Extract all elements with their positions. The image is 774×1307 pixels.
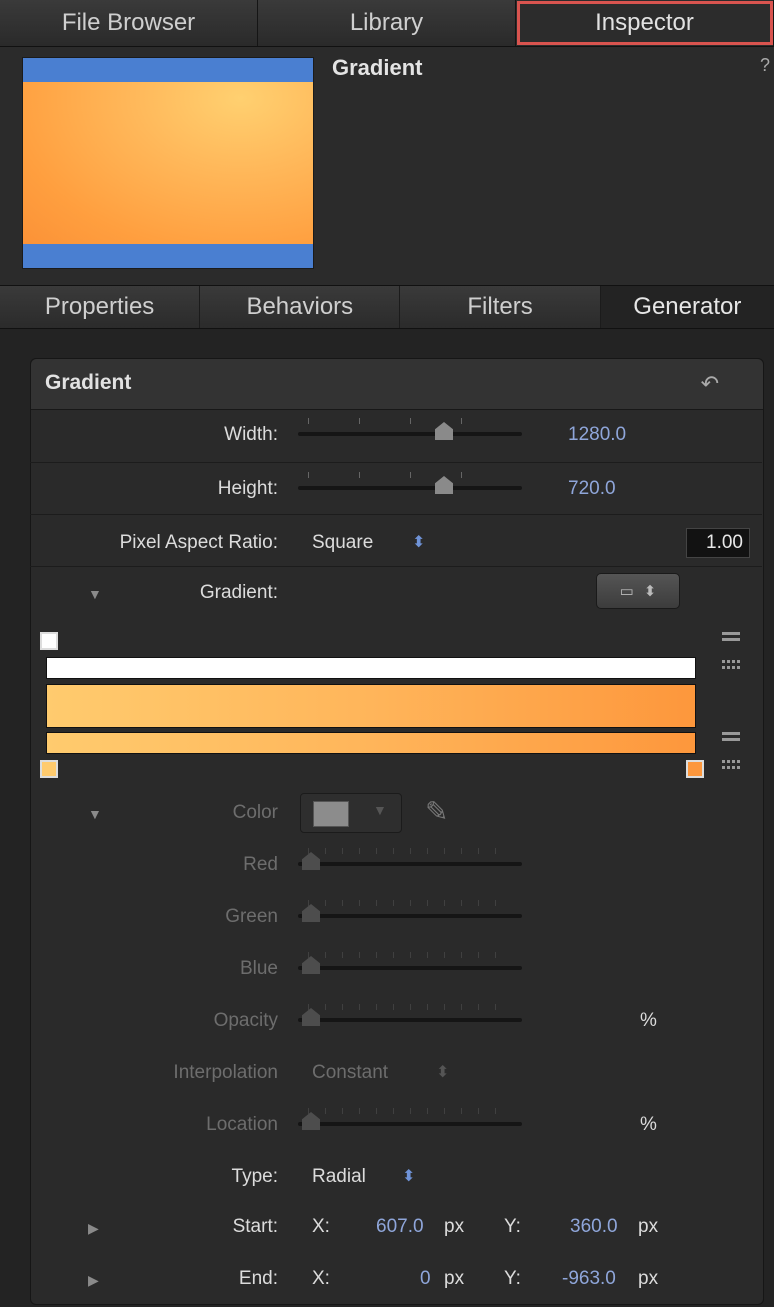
tab-properties[interactable]: Properties <box>0 286 201 328</box>
blue-slider[interactable] <box>298 952 522 978</box>
color-tag-start[interactable] <box>40 760 58 778</box>
opacity-label: Opacity <box>213 1010 278 1031</box>
end-y-unit: px <box>638 1268 659 1289</box>
location-label: Location <box>206 1114 278 1135</box>
eyedropper-icon[interactable]: ✎ <box>425 795 448 828</box>
opacity-slider[interactable] <box>298 1004 522 1030</box>
gradient-preset-button[interactable]: ▭ ⬍ <box>596 573 680 609</box>
preset-icon: ▭ <box>619 583 634 600</box>
stepper-icon[interactable]: ⬍ <box>402 1166 415 1186</box>
tab-inspector[interactable]: Inspector <box>516 0 774 46</box>
preview-area: Gradient ? <box>0 47 774 285</box>
pixel-aspect-popup[interactable]: Square <box>312 532 373 554</box>
green-label: Green <box>225 906 278 927</box>
slider-knob[interactable] <box>302 904 320 922</box>
end-y-label: Y: <box>504 1268 521 1289</box>
slider-knob[interactable] <box>435 476 453 494</box>
color-bar[interactable] <box>46 732 696 754</box>
slider-knob[interactable] <box>302 956 320 974</box>
panel-header: Gradient ↶ <box>31 359 763 410</box>
end-y-value[interactable]: -963.0 <box>562 1268 616 1290</box>
gradient-label: Gradient: <box>199 582 278 603</box>
start-x-unit: px <box>444 1216 465 1237</box>
disclosure-triangle-icon[interactable]: ▼ <box>88 806 102 822</box>
duplicate-bars-icon[interactable] <box>722 760 740 772</box>
color-swatch <box>313 801 349 827</box>
start-x-label: X: <box>312 1216 330 1237</box>
duplicate-bars-icon[interactable] <box>722 632 740 644</box>
opacity-unit: % <box>640 1010 657 1031</box>
end-x-label: X: <box>312 1268 330 1289</box>
interpolation-label: Interpolation <box>173 1062 278 1083</box>
interpolation-popup[interactable]: Constant <box>312 1062 388 1084</box>
help-icon[interactable]: ? <box>760 55 770 76</box>
tab-library[interactable]: Library <box>258 0 516 46</box>
disclosure-triangle-icon[interactable]: ▶ <box>88 1272 99 1289</box>
tab-file-browser[interactable]: File Browser <box>0 0 258 46</box>
duplicate-bars-icon[interactable] <box>722 732 740 744</box>
pixel-aspect-ratio-field[interactable]: 1.00 <box>686 528 750 558</box>
preview-thumbnail <box>22 57 314 269</box>
color-well[interactable]: ▼ <box>300 793 402 833</box>
red-slider[interactable] <box>298 848 522 874</box>
width-value[interactable]: 1280.0 <box>568 424 626 446</box>
height-value[interactable]: 720.0 <box>568 478 616 500</box>
disclosure-triangle-icon[interactable]: ▶ <box>88 1220 99 1237</box>
panel-title: Gradient <box>45 371 132 394</box>
stepper-icon[interactable]: ⬍ <box>412 532 425 552</box>
preview-title: Gradient <box>332 55 423 80</box>
top-tab-bar: File Browser Library Inspector <box>0 0 774 47</box>
height-slider[interactable] <box>298 472 522 498</box>
preview-gradient <box>23 82 313 244</box>
reset-icon[interactable]: ↶ <box>701 371 719 397</box>
type-label: Type: <box>231 1166 278 1187</box>
duplicate-bars-icon[interactable] <box>722 660 740 672</box>
opacity-bar[interactable] <box>46 657 696 679</box>
width-label: Width: <box>224 424 278 445</box>
stepper-icon: ⬍ <box>643 583 657 600</box>
gradient-preview-bar <box>46 684 696 728</box>
pixel-aspect-label: Pixel Aspect Ratio: <box>119 532 278 553</box>
inspector-tab-bar: Properties Behaviors Filters Generator <box>0 285 774 329</box>
tab-generator[interactable]: Generator <box>600 286 774 328</box>
slider-knob[interactable] <box>302 1112 320 1130</box>
color-tag-end[interactable] <box>686 760 704 778</box>
start-y-unit: px <box>638 1216 659 1237</box>
start-y-value[interactable]: 360.0 <box>570 1216 618 1238</box>
tab-behaviors[interactable]: Behaviors <box>200 286 401 328</box>
green-slider[interactable] <box>298 900 522 926</box>
color-label: Color <box>232 802 278 823</box>
end-x-value[interactable]: 0 <box>420 1268 431 1290</box>
height-label: Height: <box>217 478 278 499</box>
blue-label: Blue <box>239 958 278 979</box>
start-x-value[interactable]: 607.0 <box>376 1216 424 1238</box>
width-slider[interactable] <box>298 418 522 444</box>
opacity-tag-start[interactable] <box>40 632 58 650</box>
end-x-unit: px <box>444 1268 465 1289</box>
location-slider[interactable] <box>298 1108 522 1134</box>
slider-knob[interactable] <box>302 1008 320 1026</box>
tab-filters[interactable]: Filters <box>400 286 601 328</box>
start-y-label: Y: <box>504 1216 521 1237</box>
red-label: Red <box>243 854 278 875</box>
end-label: End: <box>238 1268 278 1289</box>
slider-knob[interactable] <box>302 852 320 870</box>
stepper-icon[interactable]: ⬍ <box>436 1062 449 1082</box>
location-unit: % <box>640 1114 657 1135</box>
disclosure-triangle-icon[interactable]: ▼ <box>88 586 102 602</box>
chevron-down-icon[interactable]: ▼ <box>373 802 387 818</box>
start-label: Start: <box>232 1216 278 1237</box>
slider-knob[interactable] <box>435 422 453 440</box>
type-popup[interactable]: Radial <box>312 1166 366 1188</box>
